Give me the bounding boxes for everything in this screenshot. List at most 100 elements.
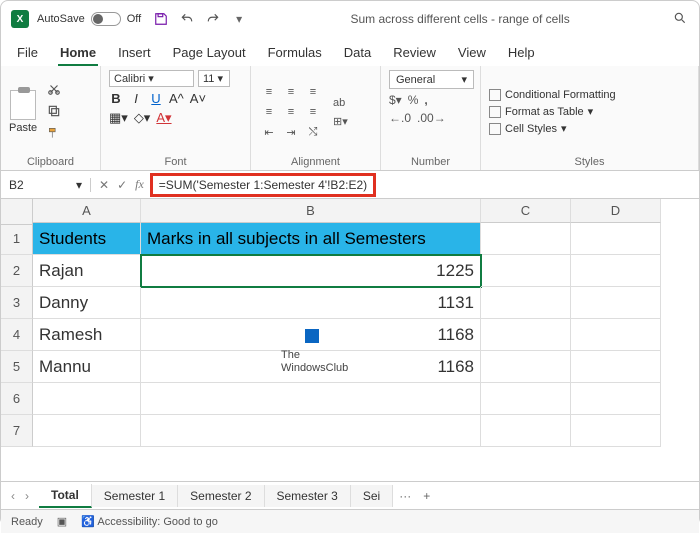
align-right-icon[interactable]: ≡ (303, 103, 323, 121)
fx-icon[interactable]: fx (135, 177, 144, 192)
tab-home[interactable]: Home (58, 41, 98, 66)
font-shrink-button[interactable]: A˅ (190, 91, 206, 106)
font-size-select[interactable]: 11 ▾ (198, 70, 230, 87)
qat-dropdown-icon[interactable]: ▾ (231, 11, 247, 27)
increase-decimal-button[interactable]: ←.0 (389, 111, 411, 125)
conditional-formatting-button[interactable]: Conditional Formatting (489, 89, 690, 101)
merge-button[interactable]: ⊞▾ (333, 115, 348, 128)
col-head-a[interactable]: A (33, 199, 141, 223)
tab-data[interactable]: Data (342, 41, 373, 66)
enter-formula-icon[interactable]: ✓ (117, 178, 127, 192)
cell-styles-button[interactable]: Cell Styles ▾ (489, 122, 690, 135)
sheet-more-icon[interactable]: ··· (393, 489, 417, 503)
cell-a1[interactable]: Students (33, 223, 141, 255)
decrease-decimal-button[interactable]: .00→ (417, 111, 446, 125)
row-head-4[interactable]: 4 (1, 319, 33, 351)
cut-icon[interactable] (47, 82, 63, 98)
bold-button[interactable]: B (109, 91, 123, 106)
wrap-text-button[interactable]: ab (333, 97, 348, 109)
macro-record-icon[interactable]: ▣ (57, 515, 67, 528)
cell-d2[interactable] (571, 255, 661, 287)
cancel-formula-icon[interactable]: ✕ (99, 178, 109, 192)
underline-button[interactable]: U (149, 91, 163, 106)
cell-a7[interactable] (33, 415, 141, 447)
redo-icon[interactable] (205, 11, 221, 27)
indent-dec-icon[interactable]: ⇤ (259, 123, 279, 141)
cell-d4[interactable] (571, 319, 661, 351)
save-icon[interactable] (153, 11, 169, 27)
row-head-6[interactable]: 6 (1, 383, 33, 415)
row-head-1[interactable]: 1 (1, 223, 33, 255)
fill-color-button[interactable]: ◇▾ (134, 110, 151, 126)
tab-view[interactable]: View (456, 41, 488, 66)
italic-button[interactable]: I (129, 91, 143, 106)
sheet-tab-semester-4[interactable]: Sei (351, 485, 393, 507)
cell-b1[interactable]: Marks in all subjects in all Semesters (141, 223, 481, 255)
sheet-tab-semester-3[interactable]: Semester 3 (265, 485, 351, 507)
format-painter-icon[interactable] (47, 126, 63, 142)
undo-icon[interactable] (179, 11, 195, 27)
cell-d7[interactable] (571, 415, 661, 447)
cell-a4[interactable]: Ramesh (33, 319, 141, 351)
col-head-c[interactable]: C (481, 199, 571, 223)
autosave-toggle[interactable]: AutoSave Off (37, 12, 141, 26)
cell-c1[interactable] (481, 223, 571, 255)
formula-input[interactable]: =SUM('Semester 1:Semester 4'!B2:E2) (152, 178, 699, 192)
font-color-button[interactable]: A▾ (156, 110, 171, 126)
row-head-5[interactable]: 5 (1, 351, 33, 383)
comma-button[interactable]: , (424, 93, 427, 107)
cell-d1[interactable] (571, 223, 661, 255)
cell-d6[interactable] (571, 383, 661, 415)
font-grow-button[interactable]: A^ (169, 91, 184, 106)
cell-c5[interactable] (481, 351, 571, 383)
row-head-7[interactable]: 7 (1, 415, 33, 447)
cell-b6[interactable] (141, 383, 481, 415)
tab-page-layout[interactable]: Page Layout (171, 41, 248, 66)
toggle-off-icon[interactable] (91, 12, 121, 26)
cell-c2[interactable] (481, 255, 571, 287)
search-icon[interactable] (673, 11, 689, 27)
copy-icon[interactable] (47, 104, 63, 120)
tab-help[interactable]: Help (506, 41, 537, 66)
cell-a6[interactable] (33, 383, 141, 415)
cell-c4[interactable] (481, 319, 571, 351)
align-middle-icon[interactable]: ≡ (281, 83, 301, 101)
percent-button[interactable]: % (408, 93, 419, 107)
new-sheet-button[interactable]: + (417, 489, 436, 503)
cell-b3[interactable]: 1131 (141, 287, 481, 319)
align-left-icon[interactable]: ≡ (259, 103, 279, 121)
cell-c3[interactable] (481, 287, 571, 319)
cell-c6[interactable] (481, 383, 571, 415)
cell-b7[interactable] (141, 415, 481, 447)
sheet-tab-total[interactable]: Total (39, 484, 92, 508)
sheet-tab-semester-2[interactable]: Semester 2 (178, 485, 264, 507)
row-head-2[interactable]: 2 (1, 255, 33, 287)
spreadsheet-grid[interactable]: A B C D 1 Students Marks in all subjects… (1, 199, 699, 481)
indent-inc-icon[interactable]: ⇥ (281, 123, 301, 141)
cell-a5[interactable]: Mannu (33, 351, 141, 383)
sheet-tab-semester-1[interactable]: Semester 1 (92, 485, 178, 507)
accessibility-status[interactable]: ♿ Accessibility: Good to go (81, 515, 218, 528)
cell-d3[interactable] (571, 287, 661, 319)
name-box[interactable]: B2▾ (1, 178, 91, 192)
cell-b2[interactable]: 1225 (141, 255, 481, 287)
cell-a3[interactable]: Danny (33, 287, 141, 319)
sheet-next-icon[interactable]: › (25, 489, 29, 503)
cell-a2[interactable]: Rajan (33, 255, 141, 287)
format-as-table-button[interactable]: Format as Table ▾ (489, 105, 690, 118)
orientation-icon[interactable]: ⤭ (303, 123, 323, 141)
tab-insert[interactable]: Insert (116, 41, 153, 66)
select-all-corner[interactable] (1, 199, 33, 225)
paste-button[interactable]: Paste (9, 90, 37, 134)
borders-button[interactable]: ▦▾ (109, 110, 128, 126)
font-name-select[interactable]: Calibri ▾ (109, 70, 194, 87)
cell-d5[interactable] (571, 351, 661, 383)
align-center-icon[interactable]: ≡ (281, 103, 301, 121)
row-head-3[interactable]: 3 (1, 287, 33, 319)
tab-file[interactable]: File (15, 41, 40, 66)
number-format-select[interactable]: General▾ (389, 70, 474, 89)
col-head-b[interactable]: B (141, 199, 481, 223)
sheet-prev-icon[interactable]: ‹ (11, 489, 15, 503)
tab-formulas[interactable]: Formulas (266, 41, 324, 66)
align-top-icon[interactable]: ≡ (259, 83, 279, 101)
